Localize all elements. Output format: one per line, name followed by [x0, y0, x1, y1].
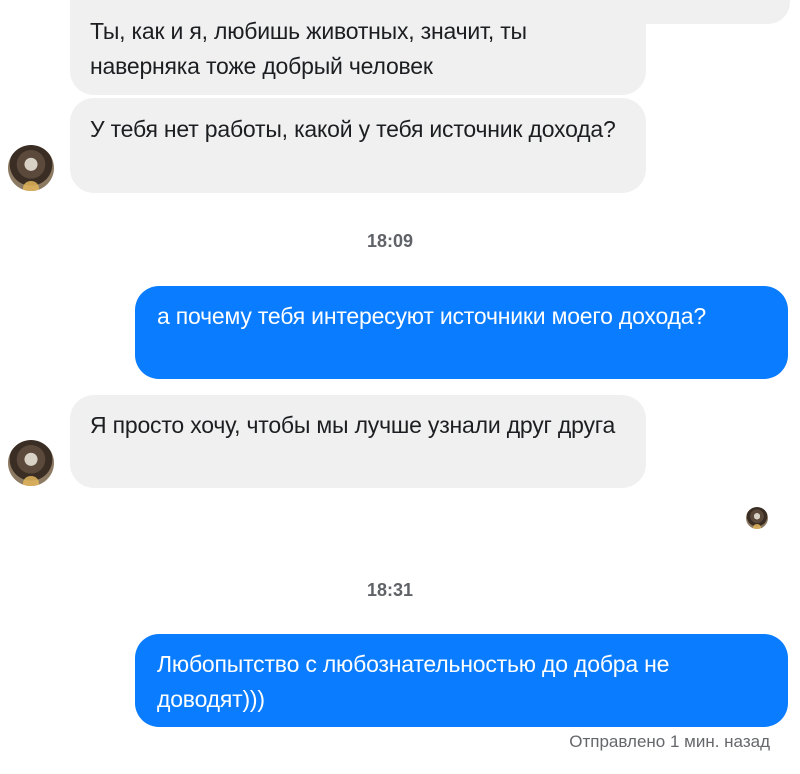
seen-avatar — [746, 507, 768, 529]
incoming-message[interactable]: Я просто хочу, чтобы мы лучше узнали дру… — [70, 395, 646, 488]
message-text: Ты, как и я, любишь животных, значит, ты… — [90, 18, 527, 79]
message-text: а почему тебя интересуют источники моего… — [157, 303, 706, 329]
incoming-message[interactable]: Ты, как и я, любишь животных, значит, ты… — [70, 0, 646, 95]
incoming-message[interactable]: У тебя нет работы, какой у тебя источник… — [70, 98, 646, 193]
outgoing-message[interactable]: а почему тебя интересуют источники моего… — [135, 286, 788, 379]
message-status: Отправлено 1 мин. назад — [569, 732, 770, 751]
outgoing-message[interactable]: Любопытство с любознательностью до добра… — [135, 634, 788, 727]
timestamp: 18:31 — [366, 580, 414, 600]
message-text: Я просто хочу, чтобы мы лучше узнали дру… — [90, 412, 616, 438]
timestamp: 18:09 — [366, 231, 414, 251]
message-text: У тебя нет работы, какой у тебя источник… — [90, 116, 616, 142]
contact-avatar[interactable] — [8, 145, 54, 191]
contact-avatar[interactable] — [8, 440, 54, 486]
message-text: Любопытство с любознательностью до добра… — [157, 651, 670, 712]
